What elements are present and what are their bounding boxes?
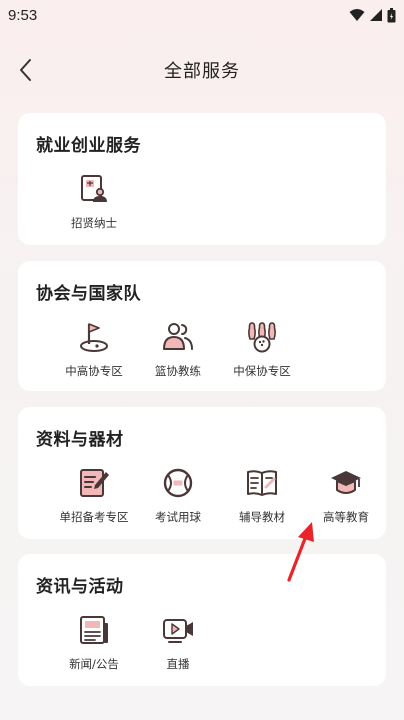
service-item-recruitment[interactable]: 招贤纳士 [52, 171, 136, 231]
back-button[interactable] [12, 56, 38, 84]
service-item-label: 辅导教材 [239, 510, 285, 524]
battery-icon [387, 7, 396, 22]
status-time: 9:53 [8, 6, 38, 24]
live-video-icon [163, 619, 193, 643]
status-icons [349, 7, 396, 23]
service-item-news[interactable]: 新闻/公告 [52, 612, 136, 672]
status-bar: 9:53 [0, 0, 404, 30]
cell-signal-icon [370, 9, 382, 21]
exam-edit-icon [80, 469, 109, 497]
service-item-label: 中保协专区 [233, 364, 291, 378]
header: 全部服务 [0, 46, 404, 94]
graduation-cap-icon [331, 471, 361, 494]
service-item-basketball-coach[interactable]: 篮协教练 [136, 319, 220, 379]
ball-icon [163, 468, 193, 498]
section-title: 资料与器材 [36, 430, 124, 450]
news-icon [80, 616, 108, 644]
annotation-arrow [287, 522, 314, 582]
service-item-label: 新闻/公告 [69, 657, 119, 671]
service-item-higher-education[interactable]: 高等教育 [304, 465, 388, 525]
group-users-icon [163, 323, 193, 350]
section-employment: 就业创业服务 招贤纳士 [18, 113, 386, 245]
service-item-label: 中高协专区 [65, 364, 123, 378]
service-item-label: 篮协教练 [155, 364, 201, 378]
section-news-activities: 资讯与活动 新闻/公告 直播 [18, 554, 386, 686]
wifi-icon [349, 9, 365, 21]
section-associations: 协会与国家队 中高协专区 篮协教练 中保协专区 [18, 261, 386, 391]
textbook-icon [247, 470, 277, 496]
golf-flag-icon [80, 323, 108, 352]
service-item-label: 考试用球 [155, 510, 201, 524]
service-item-textbooks[interactable]: 辅导教材 [220, 465, 304, 525]
service-item-label: 招贤纳士 [71, 216, 117, 230]
section-title: 就业创业服务 [36, 136, 141, 156]
service-item-bowling-association[interactable]: 中保协专区 [220, 319, 304, 379]
service-item-golf-association[interactable]: 中高协专区 [52, 319, 136, 379]
service-item-live[interactable]: 直播 [136, 612, 220, 672]
recruitment-icon [81, 175, 107, 202]
section-materials: 资料与器材 单招备考专区 考试用球 辅导教材 高等教育 [18, 407, 386, 539]
service-item-label: 单招备考专区 [59, 510, 129, 524]
service-item-exam-prep[interactable]: 单招备考专区 [52, 465, 136, 525]
section-title: 协会与国家队 [36, 284, 141, 304]
bowling-icon [248, 322, 276, 353]
service-item-label: 高等教育 [323, 510, 369, 524]
page-title: 全部服务 [164, 61, 240, 82]
section-title: 资讯与活动 [36, 577, 124, 597]
chevron-left-icon [20, 59, 31, 81]
service-item-label: 直播 [166, 657, 190, 671]
service-item-exam-ball[interactable]: 考试用球 [136, 465, 220, 525]
